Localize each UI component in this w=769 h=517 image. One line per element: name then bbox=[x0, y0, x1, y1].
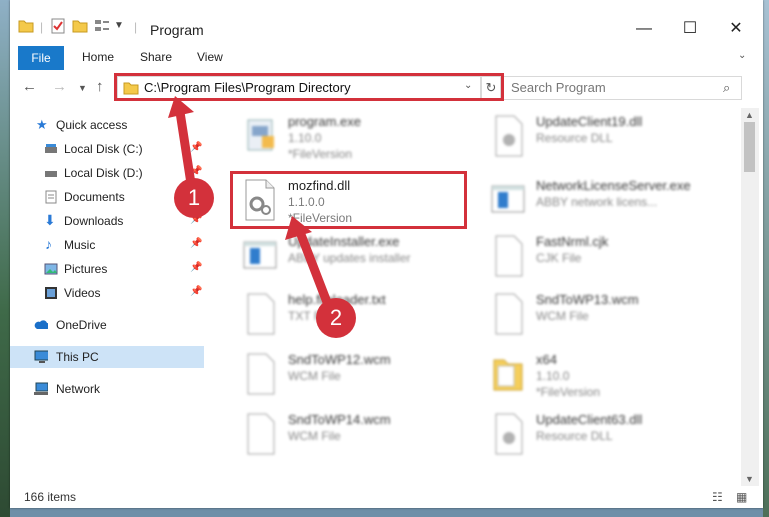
annotation-arrows bbox=[168, 96, 335, 315]
desktop-background-right bbox=[763, 0, 769, 517]
arrow-2 bbox=[295, 227, 335, 315]
desktop-background-left bbox=[0, 0, 10, 517]
step-badge-1: 1 bbox=[174, 178, 214, 218]
explorer-window: | ▼ | Program — ☐ ✕ File Home Share View… bbox=[10, 0, 763, 508]
step-badge-2: 2 bbox=[316, 298, 356, 338]
arrow-1-head bbox=[168, 96, 194, 118]
